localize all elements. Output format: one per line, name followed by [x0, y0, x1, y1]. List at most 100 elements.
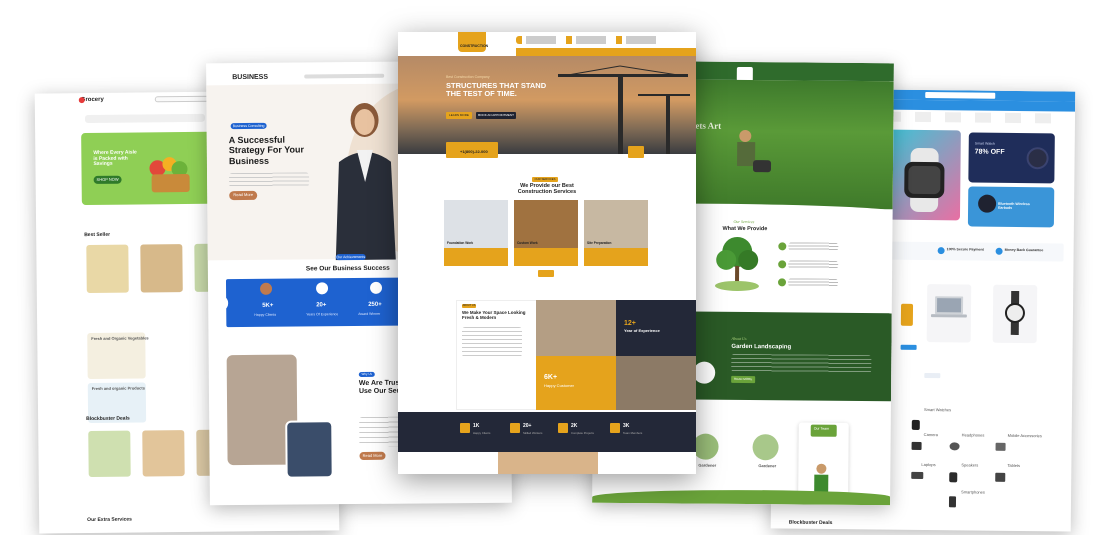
business-stat-label: Happy Clients	[254, 312, 277, 317]
business-stat-value: 5K+	[262, 302, 274, 309]
grocery-product-image[interactable]	[86, 244, 129, 294]
service-leaf-icon	[778, 260, 787, 269]
business-nav-menu[interactable]	[304, 73, 385, 79]
counter-icon	[558, 423, 568, 433]
category-label[interactable]: Speakers	[961, 462, 978, 468]
scroll-arrows[interactable]	[628, 146, 644, 158]
construction-about-list	[462, 327, 522, 357]
construction-nav-bar[interactable]	[516, 48, 696, 56]
discount-banner-value: 78% OFF	[974, 148, 1005, 156]
garden-play-icon[interactable]	[693, 361, 716, 384]
service-leaf-icon	[777, 278, 787, 287]
construction-logo: CONSTRUCTION	[460, 44, 489, 48]
analog-watch-image	[1004, 290, 1025, 336]
feature-label: Money Back Guarantee	[1004, 247, 1044, 253]
construction-learn-more-button[interactable]: LEARN MORE	[446, 112, 472, 119]
business-stat-label: Award Winner	[358, 311, 381, 317]
grocery-product-image[interactable]	[140, 244, 183, 293]
clients-icon	[259, 282, 273, 295]
construction-contact-info	[516, 36, 666, 44]
counter-label: Skilled Workers	[523, 431, 543, 435]
happy-customer-value: 6K+	[544, 374, 558, 381]
service-card-footer	[584, 248, 648, 266]
construction-template-preview[interactable]: CONSTRUCTION Best Construction Company S…	[398, 32, 696, 474]
service-card-title: Site Preparation	[587, 241, 612, 245]
experience-label: Year of Experience	[624, 328, 660, 333]
construction-appointment-button[interactable]: BOOK AN APPOINTMENT	[476, 112, 516, 119]
side-product-card[interactable]	[900, 303, 914, 326]
category-label[interactable]: Camera	[924, 432, 938, 438]
garden-provide-title: What We Provide	[722, 225, 768, 233]
counter-value: 1K	[473, 423, 480, 429]
secure-payment-icon	[937, 247, 945, 255]
product-action-button[interactable]	[924, 373, 941, 379]
construction-footer-image	[498, 452, 598, 474]
business-success-title: See Our Business Success	[305, 264, 390, 273]
electronics-deals-heading: Blockbuster Deals	[788, 519, 833, 527]
construction-services-title: We Provide our Best Construction Service…	[517, 183, 577, 196]
electronics-category-strip[interactable]	[884, 111, 1066, 124]
earbuds-image	[978, 194, 997, 213]
garden-service-text	[787, 278, 839, 287]
smartwatch-icon	[911, 419, 920, 430]
construction-hero-title: STRUCTURES THAT STAND THE TEST OF TIME.	[446, 81, 547, 99]
business-stat-label: Years Of Experience	[306, 312, 339, 317]
garden-landscape-small: About Us	[731, 335, 747, 342]
gardener-image	[737, 130, 772, 173]
garden-landscape-title: Garden Landscaping	[731, 343, 792, 351]
grocery-deal-image[interactable]	[88, 430, 131, 478]
construction-logo-block	[458, 32, 486, 52]
add-to-cart-button[interactable]	[900, 344, 917, 350]
service-leaf-icon	[778, 242, 787, 251]
garden-landscape-text	[731, 353, 872, 374]
business-read-more-button[interactable]: Read More	[229, 190, 258, 201]
construction-about-title: We Make Your Space Looking Fresh & Moder…	[462, 310, 526, 320]
service-card-footer	[444, 248, 508, 266]
award-icon	[369, 281, 383, 294]
construction-about-badge: ABOUT US	[462, 304, 476, 308]
service-slider-arrows[interactable]	[538, 270, 554, 277]
counter-value: 3K	[623, 423, 630, 429]
grocery-logo-icon	[78, 97, 85, 104]
counter-value: 2K	[571, 423, 578, 429]
business-team-image-small	[285, 420, 334, 479]
garden-team-badge: Our Team	[813, 426, 830, 431]
business-stat-value: 250+	[368, 301, 382, 308]
category-label[interactable]: Mobile Accessories	[1008, 433, 1042, 439]
category-label[interactable]: Tablets	[1007, 463, 1020, 469]
tree-image	[714, 236, 759, 291]
counter-label: Team Members	[623, 431, 643, 435]
feature-label: 100% Secure Payment	[946, 247, 984, 252]
businesswoman-image	[335, 102, 396, 261]
accessories-icon	[995, 442, 1006, 451]
happy-customer-label: Happy Customer	[544, 383, 575, 388]
service-card-title: Foundation Work	[447, 241, 474, 245]
grocery-shop-button[interactable]: SHOP NOW	[93, 175, 122, 184]
category-label[interactable]: Smartphones	[961, 489, 985, 495]
grocery-deal-image[interactable]	[142, 430, 185, 477]
garden-read-more-button[interactable]: READ MORE	[731, 375, 756, 384]
headphones-icon	[949, 442, 960, 451]
garden-provide-small: Our Services	[733, 218, 755, 225]
grocery-promo-title: Fresh and organic Products	[91, 385, 145, 392]
counter-label: Happy Clients	[473, 431, 491, 435]
grocery-deals-heading: Blockbuster Deals	[86, 415, 130, 423]
electronics-search-input[interactable]	[925, 92, 996, 99]
business-why-badge: Why Us	[358, 371, 375, 378]
grocery-best-seller-heading: Best Seller	[84, 231, 111, 239]
gardener-name: Gardener	[698, 462, 717, 468]
gardener-name: Gardener	[758, 463, 777, 469]
category-label[interactable]: Laptops	[921, 462, 935, 468]
grocery-category-bar[interactable]	[84, 113, 206, 124]
smartwatch-image	[904, 147, 945, 213]
grocery-basket-icon	[149, 157, 190, 193]
business-hero-title: A Successful Strategy For Your Business	[228, 134, 305, 166]
construction-hero-small: Best Construction Company	[446, 75, 490, 79]
category-label[interactable]: Headphones	[962, 432, 985, 438]
business-why-button[interactable]: Read More	[359, 451, 386, 461]
discount-banner-label: Smart Watch	[974, 141, 995, 146]
counter-icon	[610, 423, 620, 433]
counter-label: Complete Projects	[571, 431, 594, 435]
category-label[interactable]: Smart Watches	[924, 407, 951, 413]
laptop-icon	[911, 471, 924, 480]
